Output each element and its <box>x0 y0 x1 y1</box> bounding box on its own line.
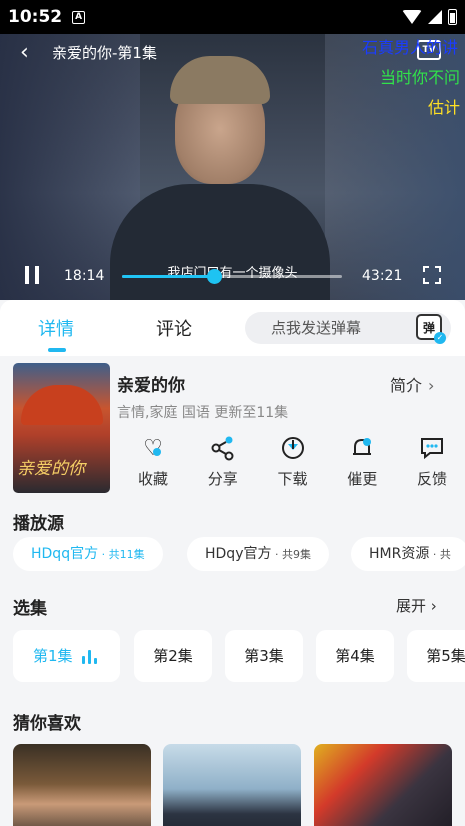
episode-list: 第1集 第2集 第3集 第4集 第5集 <box>13 630 465 682</box>
wifi-icon <box>402 10 422 24</box>
action-label: 分享 <box>207 470 238 488</box>
expand-episodes-link[interactable]: 展开 › <box>396 595 437 616</box>
intro-label: 简介 <box>390 376 423 395</box>
recommend-list <box>13 744 465 826</box>
show-name: 亲爱的你 <box>117 376 185 396</box>
episode-item[interactable]: 第2集 <box>134 630 212 682</box>
show-info: 亲爱的你 亲爱的你 简介 › 言情,家庭 国语 更新至11集 ♡ 收藏 分享 下载… <box>0 356 465 501</box>
intro-link[interactable]: 简介 › <box>390 372 434 396</box>
progress-track[interactable] <box>122 269 342 284</box>
tab-active-indicator <box>48 348 66 352</box>
recommend-poster[interactable] <box>163 744 301 826</box>
danmu-comment: 估计 <box>428 98 461 117</box>
progress-knob[interactable] <box>207 269 223 284</box>
episode-item[interactable]: 第3集 <box>225 630 303 682</box>
action-label: 收藏 <box>137 470 168 488</box>
episode-item[interactable]: 第5集 <box>407 630 465 682</box>
bell-icon <box>342 434 382 462</box>
feedback-icon <box>412 434 452 462</box>
duration: 43:21 <box>362 268 403 284</box>
download-button[interactable]: 下载 <box>273 434 313 489</box>
action-label: 催更 <box>347 470 378 488</box>
remind-update-button[interactable]: 催更 <box>342 434 382 489</box>
progress-fill <box>122 275 215 278</box>
recommend-section-title: 猜你喜欢 <box>13 714 81 734</box>
fullscreen-icon[interactable] <box>423 266 441 284</box>
action-bar: ♡ 收藏 分享 下载 催更 反馈 <box>117 434 457 489</box>
danmu-toggle-icon[interactable]: 弹 <box>416 314 446 344</box>
detail-tabs: 详情 评论 点我发送弹幕 弹 <box>0 300 465 356</box>
download-icon <box>273 434 313 462</box>
favorite-button[interactable]: ♡ 收藏 <box>133 434 173 489</box>
share-button[interactable]: 分享 <box>203 434 243 489</box>
video-title: 亲爱的你-第1集 <box>52 44 157 62</box>
current-time: 18:14 <box>64 268 105 284</box>
playing-bars-icon <box>82 650 100 664</box>
episode-section-title: 选集 <box>13 599 47 619</box>
source-chip[interactable]: HDqq官方 · 共11集 <box>13 537 163 571</box>
episode-item[interactable]: 第1集 <box>13 630 120 682</box>
battery-icon <box>448 9 457 25</box>
status-bar: 10:52 A <box>0 0 465 34</box>
tab-detail[interactable]: 详情 <box>38 315 74 341</box>
source-section-title: 播放源 <box>13 514 64 534</box>
player-controls: 18:14 43:21 <box>0 266 465 296</box>
action-label: 下载 <box>277 470 308 488</box>
heart-icon: ♡ <box>143 435 163 461</box>
source-chip[interactable]: HMR资源 · 共 <box>351 537 465 571</box>
tab-comment[interactable]: 评论 <box>156 315 192 341</box>
back-arrow-icon[interactable]: ‹ <box>20 42 42 64</box>
feedback-button[interactable]: 反馈 <box>412 434 452 489</box>
recommend-poster[interactable] <box>13 744 151 826</box>
danmu-comment: 石真男人的讲 <box>362 38 459 57</box>
a-notification-icon: A <box>72 10 86 24</box>
video-player[interactable]: ‹ 亲爱的你-第1集 TV 石真男人的讲 当时你不问 估计 我店门口有一个摄像头… <box>0 34 465 300</box>
show-meta: 言情,家庭 国语 更新至11集 <box>117 405 289 421</box>
show-poster[interactable]: 亲爱的你 <box>13 363 110 493</box>
chevron-right-icon: › <box>430 597 437 615</box>
source-chip[interactable]: HDqy官方 · 共9集 <box>187 537 329 571</box>
video-frame-person-hat <box>170 56 270 104</box>
poster-umbrella <box>21 385 103 425</box>
chevron-right-icon: › <box>428 376 435 395</box>
poster-title: 亲爱的你 <box>17 459 85 479</box>
source-list: HDqq官方 · 共11集 HDqy官方 · 共9集 HMR资源 · 共 <box>13 537 465 571</box>
episode-item[interactable]: 第4集 <box>316 630 394 682</box>
pause-icon[interactable] <box>25 266 39 284</box>
share-icon <box>203 434 243 462</box>
danmu-comment: 当时你不问 <box>380 68 461 87</box>
recommend-poster[interactable] <box>314 744 452 826</box>
status-time: 10:52 <box>8 7 63 27</box>
action-label: 反馈 <box>416 470 447 488</box>
signal-icon <box>428 10 442 24</box>
